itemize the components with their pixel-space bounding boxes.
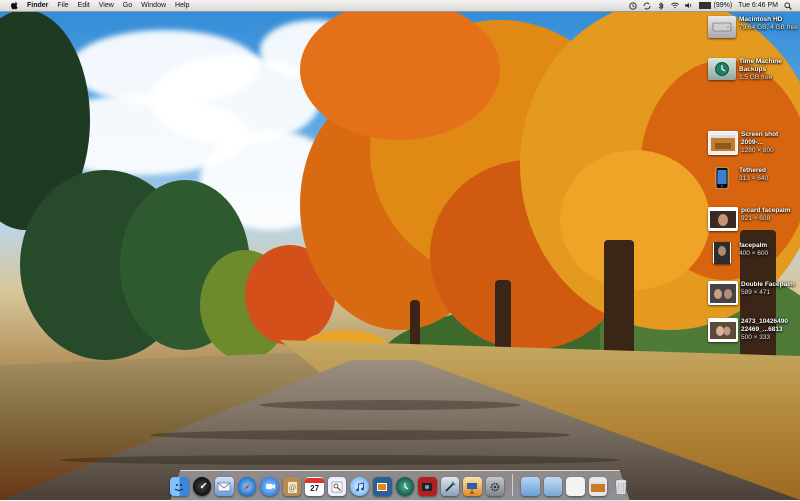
desktop-icon-tethered[interactable]: Tethered 313 × 640 — [708, 167, 798, 189]
battery-icon — [699, 2, 712, 9]
desktop-icon-label: picard facepalm — [741, 207, 791, 214]
time-machine-status-icon[interactable] — [629, 1, 638, 10]
wallpaper-shadow — [60, 455, 620, 465]
desktop-icon-time-machine[interactable]: Time Machine Backups 1.5 GB free — [708, 58, 798, 82]
desktop-icon-picard-facepalm[interactable]: picard facepalm 921 × 608 — [708, 207, 798, 231]
desktop-icon-label: Time Machine Backups — [739, 58, 782, 73]
desktop-icon-double-facepalm[interactable]: Double Facepalm 589 × 471 — [708, 281, 798, 305]
desktop-icon-info: 921 × 608 — [741, 215, 771, 222]
menu-view[interactable]: View — [99, 0, 114, 11]
desktop-icon-macintosh-hd[interactable]: Macintosh HD 79.64 GB, 4 GB free — [708, 16, 798, 38]
wallpaper-tree — [560, 150, 710, 290]
desktop-icon-info: 400 × 600 — [739, 250, 769, 257]
desktop-icon-info: 1280 × 800 — [741, 147, 774, 154]
desktop-icon-info: 500 × 333 — [741, 334, 771, 341]
apple-icon[interactable] — [10, 1, 19, 10]
ical-date: 27 — [310, 484, 320, 493]
mail-icon[interactable] — [215, 477, 234, 496]
menu-edit[interactable]: Edit — [78, 0, 90, 11]
wifi-icon[interactable] — [671, 2, 680, 9]
hard-drive-icon — [708, 16, 736, 38]
iphoto-icon[interactable] — [372, 477, 392, 496]
desktop-icon-info: 589 × 471 — [741, 289, 771, 296]
desktop-icon-label: Screen shot 2009-... — [741, 131, 779, 146]
dashboard-icon[interactable] — [192, 477, 212, 496]
sync-icon[interactable] — [643, 2, 651, 9]
ichat-icon[interactable] — [260, 477, 279, 496]
trash-icon[interactable] — [611, 477, 630, 496]
image-icon — [708, 281, 738, 305]
dock: @ 27 — [170, 470, 630, 496]
system-preferences-icon[interactable] — [485, 477, 505, 496]
downloads-stack-icon[interactable] — [566, 477, 585, 496]
screenshot-stack-icon[interactable] — [588, 477, 608, 496]
desktop-icon-info: 79.64 GB, 4 GB free — [739, 24, 798, 31]
desktop-icon-label: Macintosh HD — [739, 16, 783, 23]
wallpaper-tree — [300, 0, 500, 140]
menu-finder[interactable]: Finder — [27, 0, 48, 11]
phone-icon — [708, 167, 736, 189]
desktop-wallpaper — [0, 0, 800, 500]
desktop-icon-facepalm[interactable]: facepalm 400 × 600 — [708, 242, 798, 264]
time-machine-icon — [708, 58, 736, 80]
dock-separator — [512, 474, 514, 496]
preview-icon[interactable] — [327, 477, 347, 496]
battery-indicator[interactable]: (99%) — [699, 2, 732, 9]
menu-clock[interactable]: Tue 6:46 PM — [738, 2, 778, 9]
desktop-icon-screen-shot[interactable]: Screen shot 2009-... 1280 × 800 — [708, 131, 798, 155]
safari-icon[interactable] — [237, 477, 257, 496]
image-icon — [713, 242, 731, 264]
desktop-icon-label: Double Facepalm — [741, 281, 795, 288]
ical-icon[interactable]: 27 — [305, 477, 324, 496]
svg-text:@: @ — [289, 483, 296, 492]
desktop-icon-info: 313 × 640 — [739, 175, 769, 182]
status-menus: (99%) Tue 6:46 PM — [629, 1, 792, 10]
menu-go[interactable]: Go — [123, 0, 132, 11]
photo-booth-icon[interactable] — [418, 477, 437, 496]
desktop-icon-label: Tethered — [739, 167, 766, 174]
wallpaper-shadow — [260, 400, 520, 410]
volume-icon[interactable] — [685, 2, 693, 9]
time-machine-icon[interactable] — [395, 477, 415, 496]
desktop-icon-2473[interactable]: 2473_10426490 22469_...6813 500 × 333 — [708, 318, 798, 342]
image-icon — [708, 207, 738, 231]
image-icon — [708, 318, 738, 342]
documents-folder-icon[interactable] — [543, 477, 563, 496]
menu-file[interactable]: File — [57, 0, 68, 11]
menu-bar: Finder File Edit View Go Window Help (99… — [0, 0, 800, 12]
finder-icon[interactable] — [170, 477, 189, 496]
bluetooth-icon[interactable] — [657, 1, 665, 10]
menu-window[interactable]: Window — [141, 0, 166, 11]
applications-folder-icon[interactable] — [521, 477, 540, 496]
desktop-icon-label: 2473_10426490 22469_...6813 — [741, 318, 788, 333]
address-book-icon[interactable]: @ — [282, 477, 302, 496]
desktop-icon-label: facepalm — [739, 242, 768, 249]
xcode-icon[interactable] — [440, 477, 460, 496]
screenshot-icon — [708, 131, 738, 155]
spotlight-icon[interactable] — [784, 1, 792, 10]
desktop-icon-info: 1.5 GB free — [739, 74, 773, 81]
menu-help[interactable]: Help — [175, 0, 189, 11]
keynote-icon[interactable] — [463, 477, 482, 496]
itunes-icon[interactable] — [350, 477, 369, 496]
wallpaper-shadow — [150, 430, 570, 440]
battery-percent: (99%) — [713, 2, 733, 9]
